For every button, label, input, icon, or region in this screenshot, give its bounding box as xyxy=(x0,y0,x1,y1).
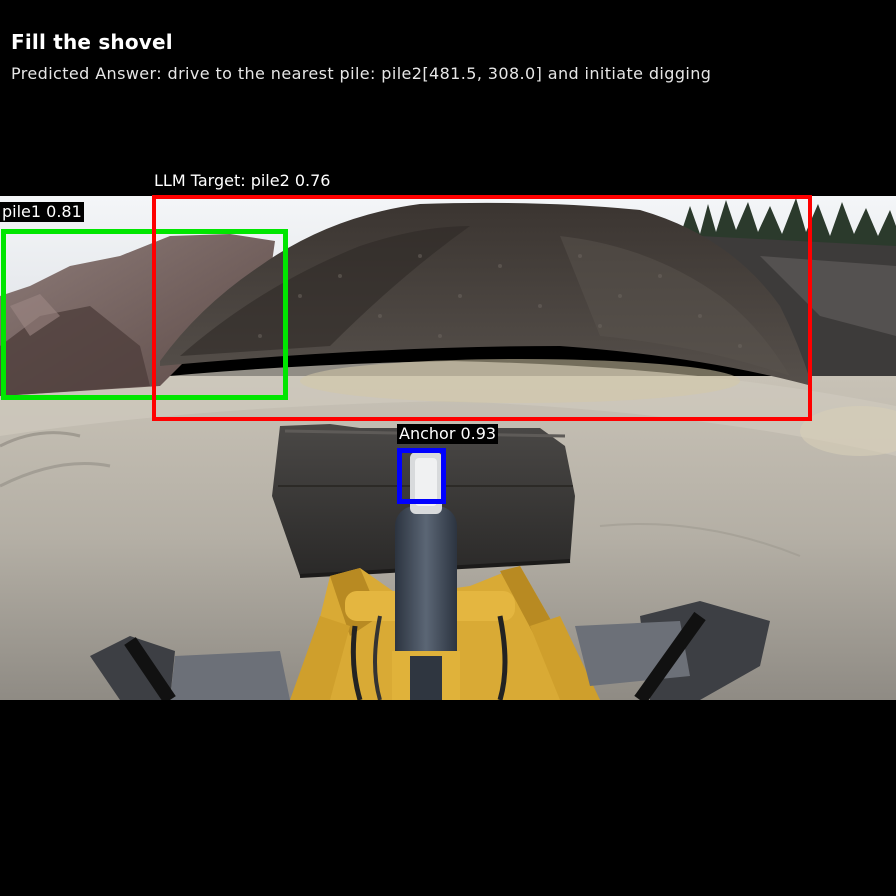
predicted-answer: Predicted Answer: drive to the nearest p… xyxy=(11,64,712,83)
anchor-bounding-box xyxy=(397,448,446,504)
pile1-label: pile1 0.81 xyxy=(0,202,84,222)
pile2-target-bounding-box xyxy=(152,195,812,421)
anchor-label: Anchor 0.93 xyxy=(397,424,499,444)
task-title: Fill the shovel xyxy=(11,30,173,54)
llm-target-label: LLM Target: pile2 0.76 xyxy=(154,171,331,190)
